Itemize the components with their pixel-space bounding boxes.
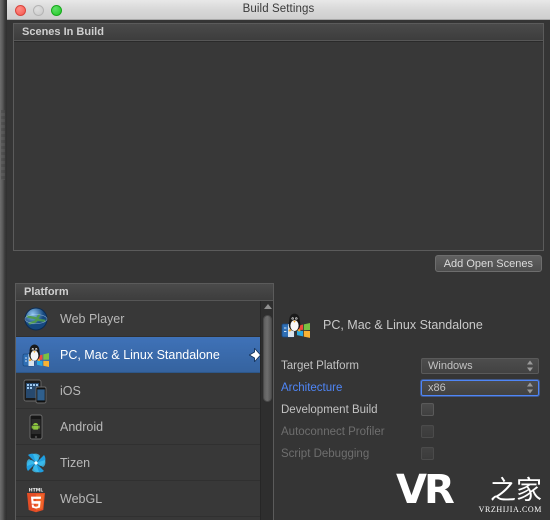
autoconnect-profiler-label: Autoconnect Profiler (281, 425, 385, 438)
script-debugging-label: Script Debugging (281, 447, 370, 460)
platform-item-android[interactable]: Android (16, 409, 273, 445)
tizen-pinwheel-icon (22, 449, 50, 477)
svg-text:HTML: HTML (29, 487, 44, 493)
platform-item-label: Tizen (60, 455, 91, 470)
scroll-up-arrow-icon[interactable] (264, 304, 272, 309)
titlebar: Build Settings (7, 0, 550, 20)
platform-panel: Platform Web Player PC, Mac & Linux Stan… (15, 283, 274, 520)
globe-icon (22, 305, 50, 333)
target-platform-value: Windows (428, 359, 473, 372)
platform-item-label: Web Player (60, 311, 125, 326)
selected-platform-title: PC, Mac & Linux Standalone (323, 318, 483, 332)
platform-item-ios[interactable]: iOS (16, 373, 273, 409)
platform-item-webgl[interactable]: HTML WebGL (16, 481, 273, 517)
architecture-value: x86 (428, 381, 446, 394)
platform-item-label: iOS (60, 383, 81, 398)
platform-item-label: WebGL (60, 491, 103, 506)
stepper-arrows-icon (527, 382, 534, 393)
platform-item-tizen[interactable]: Tizen (16, 445, 273, 481)
editor-body: Scenes In Build Add Open Scenes Platform (7, 20, 550, 520)
setting-row-target-platform: Target Platform Windows (281, 356, 546, 375)
setting-row-autoconnect-profiler: Autoconnect Profiler (281, 422, 546, 441)
tux-windows-icon (281, 310, 311, 340)
settings-field-list: Target Platform Windows Architecture x86… (281, 356, 546, 463)
development-build-label: Development Build (281, 403, 378, 416)
android-phone-icon (22, 413, 50, 441)
background-window-texture (1, 110, 5, 180)
platform-settings-pane: PC, Mac & Linux Standalone Target Platfo… (281, 308, 546, 466)
architecture-dropdown[interactable]: x86 (421, 379, 539, 396)
watermark: VR 之家 VRZHIJIA.COM (394, 458, 544, 516)
selected-platform-header: PC, Mac & Linux Standalone (281, 308, 546, 342)
scenes-in-build-header: Scenes In Build (14, 24, 543, 41)
add-open-scenes-button[interactable]: Add Open Scenes (434, 255, 542, 272)
window-title: Build Settings (242, 3, 315, 15)
platform-list-scrollbar[interactable] (260, 301, 273, 520)
setting-row-script-debugging: Script Debugging (281, 444, 546, 463)
html5-shield-icon: HTML (22, 485, 50, 513)
platform-item-label: Android (60, 419, 104, 434)
add-open-scenes-label: Add Open Scenes (443, 257, 533, 270)
build-settings-window: Build Settings Scenes In Build Add Open … (0, 0, 550, 520)
ios-device-icon (22, 377, 50, 405)
platform-header: Platform (16, 284, 273, 301)
stepper-arrows-icon (527, 360, 534, 371)
setting-row-architecture: Architecture x86 (281, 378, 546, 397)
watermark-chinese: 之家 (489, 476, 542, 506)
target-platform-label: Target Platform (281, 359, 359, 372)
background-window-edge (0, 0, 7, 520)
platform-item-label: PC, Mac & Linux Standalone (60, 347, 220, 362)
architecture-label: Architecture (281, 381, 343, 394)
autoconnect-profiler-checkbox (421, 425, 434, 438)
development-build-checkbox[interactable] (421, 403, 434, 416)
setting-row-development-build: Development Build (281, 400, 546, 419)
scenes-in-build-list[interactable] (14, 41, 543, 250)
watermark-domain: VRZHIJIA.COM (478, 505, 542, 514)
platform-list: Web Player PC, Mac & Linux Standalone iO… (16, 301, 273, 520)
target-platform-dropdown[interactable]: Windows (421, 357, 539, 374)
scenes-in-build-panel: Scenes In Build (13, 23, 544, 251)
platform-item-web-player[interactable]: Web Player (16, 301, 273, 337)
script-debugging-checkbox (421, 447, 434, 460)
scrollbar-thumb[interactable] (263, 315, 272, 402)
watermark-latin: VR (396, 467, 455, 513)
tux-windows-icon (22, 341, 50, 369)
platform-item-pc-mac-linux-standalone[interactable]: PC, Mac & Linux Standalone (16, 337, 273, 373)
